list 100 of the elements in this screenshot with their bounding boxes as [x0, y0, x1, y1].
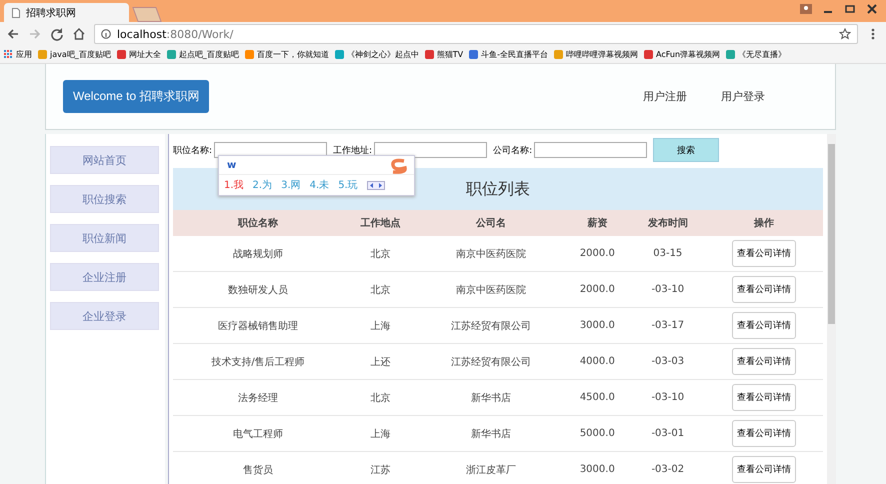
table-cell: -03-01 — [651, 428, 684, 439]
table-cell: 浙江皮革厂 — [466, 464, 516, 476]
nav-link[interactable]: 用户登录 — [721, 89, 765, 104]
favicon-icon — [166, 50, 176, 59]
table-cell: 售货员 — [243, 464, 274, 476]
table-cell: 上海 — [370, 320, 391, 332]
apps-icon — [4, 50, 13, 59]
page-arrows-icon[interactable] — [366, 180, 385, 190]
table-cell: 3000.0 — [580, 320, 615, 331]
field-label: 职位名称: — [173, 144, 212, 156]
table-cell: 战略规划师 — [233, 248, 284, 260]
table-cell: -03-02 — [651, 464, 684, 475]
details-button[interactable]: 查看公司详情 — [732, 384, 796, 411]
table-cell: -03-10 — [651, 284, 684, 295]
sidebar-item[interactable]: 职位搜索 — [50, 185, 159, 213]
back-icon[interactable] — [6, 27, 20, 41]
bookmark[interactable]: 网址大全 — [116, 49, 161, 60]
search-button[interactable]: 搜索 — [653, 138, 720, 162]
table-cell: 上还 — [370, 356, 391, 368]
bookmark[interactable]: 哔哩哔哩弹幕视频网 — [554, 49, 638, 60]
table-cell: 技术支持/售后工程师 — [211, 356, 305, 368]
bookmark[interactable]: 斗鱼-全民直播平台 — [469, 49, 548, 60]
table-cell: 2000.0 — [580, 284, 615, 295]
table-cell: 4500.0 — [580, 392, 615, 403]
brand-button[interactable]: Welcome to 招聘求职网 — [63, 80, 210, 113]
bookmark[interactable]: 《神剑之心》起点中 — [334, 49, 419, 60]
table-cell: 2000.0 — [580, 248, 615, 259]
favicon-icon — [116, 50, 126, 59]
column-header: 职位名称 — [173, 210, 344, 236]
ime-candidate[interactable]: 1.我 — [224, 178, 244, 192]
column-header: 薪资 — [564, 210, 630, 236]
reload-icon[interactable] — [50, 27, 64, 41]
favicon-icon — [554, 50, 564, 59]
favicon-icon — [244, 50, 254, 59]
details-button[interactable]: 查看公司详情 — [732, 420, 796, 447]
table-cell: 03-15 — [653, 248, 682, 259]
favicon-icon — [334, 50, 344, 59]
logo-icon — [388, 158, 410, 174]
table-cell: 医疗器械销售助理 — [218, 320, 298, 332]
bookmark[interactable]: 应用 — [4, 49, 32, 60]
bookmark[interactable]: java吧_百度贴吧 — [38, 49, 111, 60]
bookmark[interactable]: 熊猫TV — [424, 49, 464, 60]
page-icon — [12, 8, 20, 18]
details-button[interactable]: 查看公司详情 — [732, 276, 796, 303]
details-button[interactable]: 查看公司详情 — [732, 456, 796, 483]
table-cell: 4000.0 — [580, 356, 615, 367]
table-cell: 北京 — [370, 392, 391, 404]
close-icon[interactable] — [866, 4, 878, 14]
table-cell: 北京 — [370, 248, 391, 260]
table-cell: 江苏 — [370, 464, 391, 476]
table-cell: -03-03 — [651, 356, 684, 367]
field-label: 公司名称: — [493, 144, 532, 156]
sidebar-item[interactable]: 企业登录 — [50, 302, 159, 330]
table-cell: 法务经理 — [238, 392, 278, 404]
table-cell: 数独研发人员 — [228, 284, 288, 296]
details-button[interactable]: 查看公司详情 — [732, 312, 796, 339]
url-text: localhost:8080/Work/ — [117, 28, 234, 40]
sidebar-item[interactable]: 企业注册 — [50, 263, 159, 291]
table-cell: 北京 — [370, 284, 391, 296]
table-cell: 南京中医药医院 — [456, 284, 526, 296]
input-field[interactable] — [374, 142, 488, 158]
favicon-icon — [424, 50, 434, 59]
field-label: 工作地址: — [333, 144, 372, 156]
table-cell: -03-10 — [651, 392, 684, 403]
column-header: 工作地点 — [343, 210, 418, 236]
details-button[interactable]: 查看公司详情 — [732, 240, 796, 267]
bookmark[interactable]: 《无尽直播》 — [726, 49, 786, 60]
table-cell: 电气工程师 — [233, 428, 284, 440]
bookmark[interactable]: 百度一下，你就知道 — [244, 49, 329, 60]
table-cell: 新华书店 — [471, 392, 512, 404]
table-cell: 江苏经贸有限公司 — [451, 320, 532, 332]
sidebar-item[interactable]: 网站首页 — [50, 146, 159, 174]
table-cell: 上海 — [370, 428, 391, 440]
column-header: 操作 — [705, 210, 823, 236]
details-button[interactable]: 查看公司详情 — [732, 348, 796, 375]
browser-tab[interactable]: 招聘求职网 — [4, 3, 129, 22]
favicon-icon — [38, 50, 47, 59]
address-bar[interactable]: localhost:8080/Work/ — [94, 24, 858, 44]
table-cell: 新华书店 — [471, 428, 512, 440]
bookmark[interactable]: AcFun弹幕视频网 — [644, 49, 720, 60]
info-icon — [101, 29, 111, 39]
star-icon[interactable] — [839, 28, 851, 40]
nav-link[interactable]: 用户注册 — [643, 89, 687, 104]
user-icon[interactable] — [800, 4, 812, 14]
sidebar-item[interactable]: 职位新闻 — [50, 224, 159, 252]
favicon-icon — [644, 50, 654, 59]
home-icon[interactable] — [72, 27, 86, 41]
bookmark[interactable]: 起点吧_百度贴吧 — [166, 49, 239, 60]
table-cell: -03-17 — [651, 320, 684, 331]
input-field[interactable] — [534, 142, 648, 158]
scrollbar[interactable] — [827, 134, 836, 484]
table-cell: 江苏经贸有限公司 — [451, 356, 532, 368]
table-cell: 3000.0 — [580, 464, 615, 475]
table-cell: 5000.0 — [580, 428, 615, 439]
favicon-icon — [469, 50, 478, 59]
favicon-icon — [726, 50, 736, 59]
restore-icon[interactable] — [844, 4, 856, 14]
ime-text: w — [227, 160, 236, 170]
column-header: 发布时间 — [630, 210, 706, 236]
table-cell: 南京中医药医院 — [456, 248, 526, 260]
